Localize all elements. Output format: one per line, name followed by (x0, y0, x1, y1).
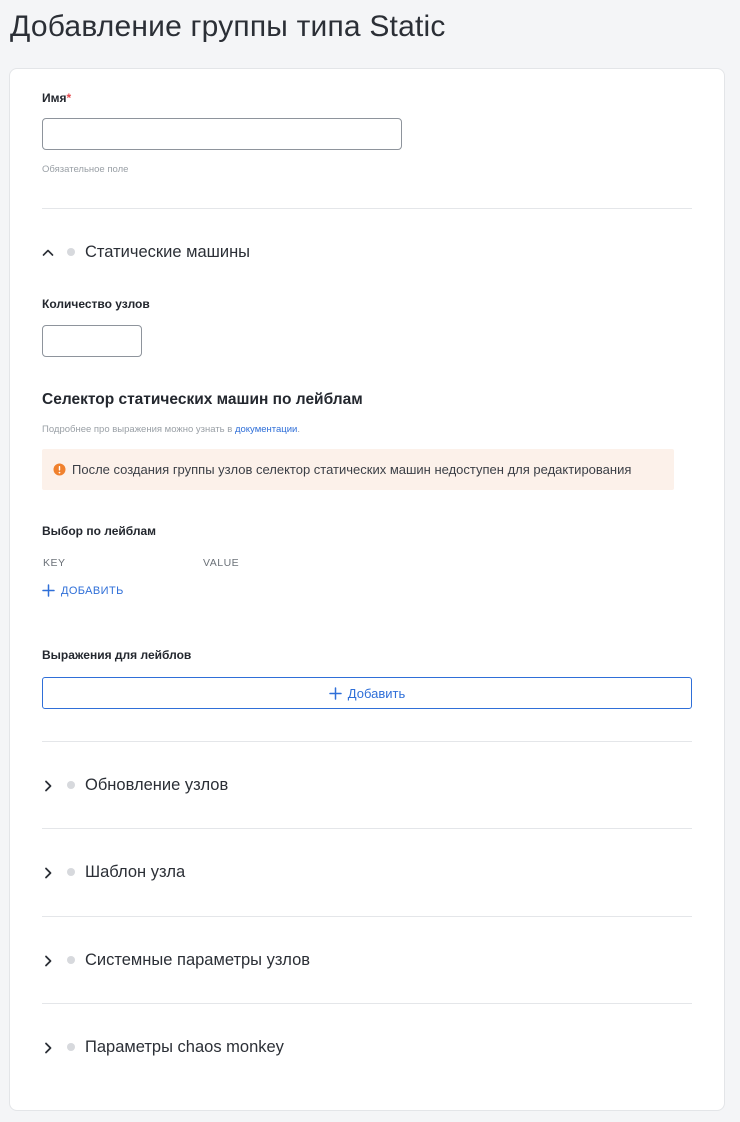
chevron-right-icon (42, 866, 54, 879)
selector-help-prefix: Подробнее про выражения можно узнать в (42, 424, 235, 435)
warning-circle-icon (53, 463, 66, 476)
documentation-link[interactable]: документации (235, 424, 297, 435)
selector-help-suffix: . (297, 424, 300, 435)
chevron-right-icon (42, 779, 54, 792)
form-card: Имя* Обязательное поле Статические машин… (9, 68, 725, 1111)
expressions-title: Выражения для лейблов (42, 648, 192, 662)
plus-icon (329, 686, 342, 700)
divider (42, 828, 692, 829)
status-dot-icon (67, 781, 75, 789)
add-label-button[interactable]: ДОБАВИТЬ (42, 584, 124, 597)
alert-text: После создания группы узлов селектор ста… (72, 462, 632, 477)
status-dot-icon (67, 868, 75, 876)
chevron-right-icon (42, 1041, 54, 1054)
node-count-label: Количество узлов (42, 297, 150, 311)
add-expression-text: Добавить (347, 685, 406, 701)
status-dot-icon (67, 956, 75, 964)
add-label-text: ДОБАВИТЬ (61, 584, 124, 597)
plus-icon (42, 584, 55, 597)
node-count-input[interactable] (42, 325, 142, 357)
divider (42, 916, 692, 917)
status-dot-icon (67, 1043, 75, 1051)
section-title-static-machines: Статические машины (85, 242, 251, 261)
page-title: Добавление группы типа Static (10, 10, 446, 43)
name-field-label: Имя* (42, 91, 71, 105)
selector-title: Селектор статических машин по лейблам (42, 391, 363, 408)
section-header-node-update[interactable]: Обновление узлов (42, 773, 442, 797)
selector-help: Подробнее про выражения можно узнать в д… (42, 424, 300, 435)
section-title-node-update: Обновление узлов (85, 775, 229, 794)
match-labels-title: Выбор по лейблам (42, 524, 157, 538)
section-header-system-params[interactable]: Системные параметры узлов (42, 948, 442, 972)
section-title-chaos-monkey: Параметры chaos monkey (85, 1037, 284, 1056)
add-expression-button[interactable]: Добавить (42, 677, 692, 709)
value-column-header: VALUE (203, 557, 240, 569)
chevron-up-icon (42, 246, 54, 258)
status-dot-icon (67, 248, 75, 256)
section-header-static-machines[interactable]: Статические машины (42, 240, 442, 264)
selector-alert: После создания группы узлов селектор ста… (42, 449, 674, 490)
name-hint: Обязательное поле (42, 164, 129, 175)
section-title-system-params: Системные параметры узлов (85, 950, 311, 969)
divider (42, 208, 692, 209)
name-label-text: Имя (42, 91, 67, 105)
required-mark: * (66, 91, 72, 105)
section-header-node-template[interactable]: Шаблон узла (42, 860, 442, 884)
name-input[interactable] (42, 118, 402, 150)
section-header-chaos-monkey[interactable]: Параметры chaos monkey (42, 1035, 442, 1059)
divider (42, 741, 692, 742)
chevron-right-icon (42, 954, 54, 967)
key-column-header: KEY (43, 557, 66, 569)
divider (42, 1003, 692, 1004)
section-title-node-template: Шаблон узла (85, 862, 186, 881)
